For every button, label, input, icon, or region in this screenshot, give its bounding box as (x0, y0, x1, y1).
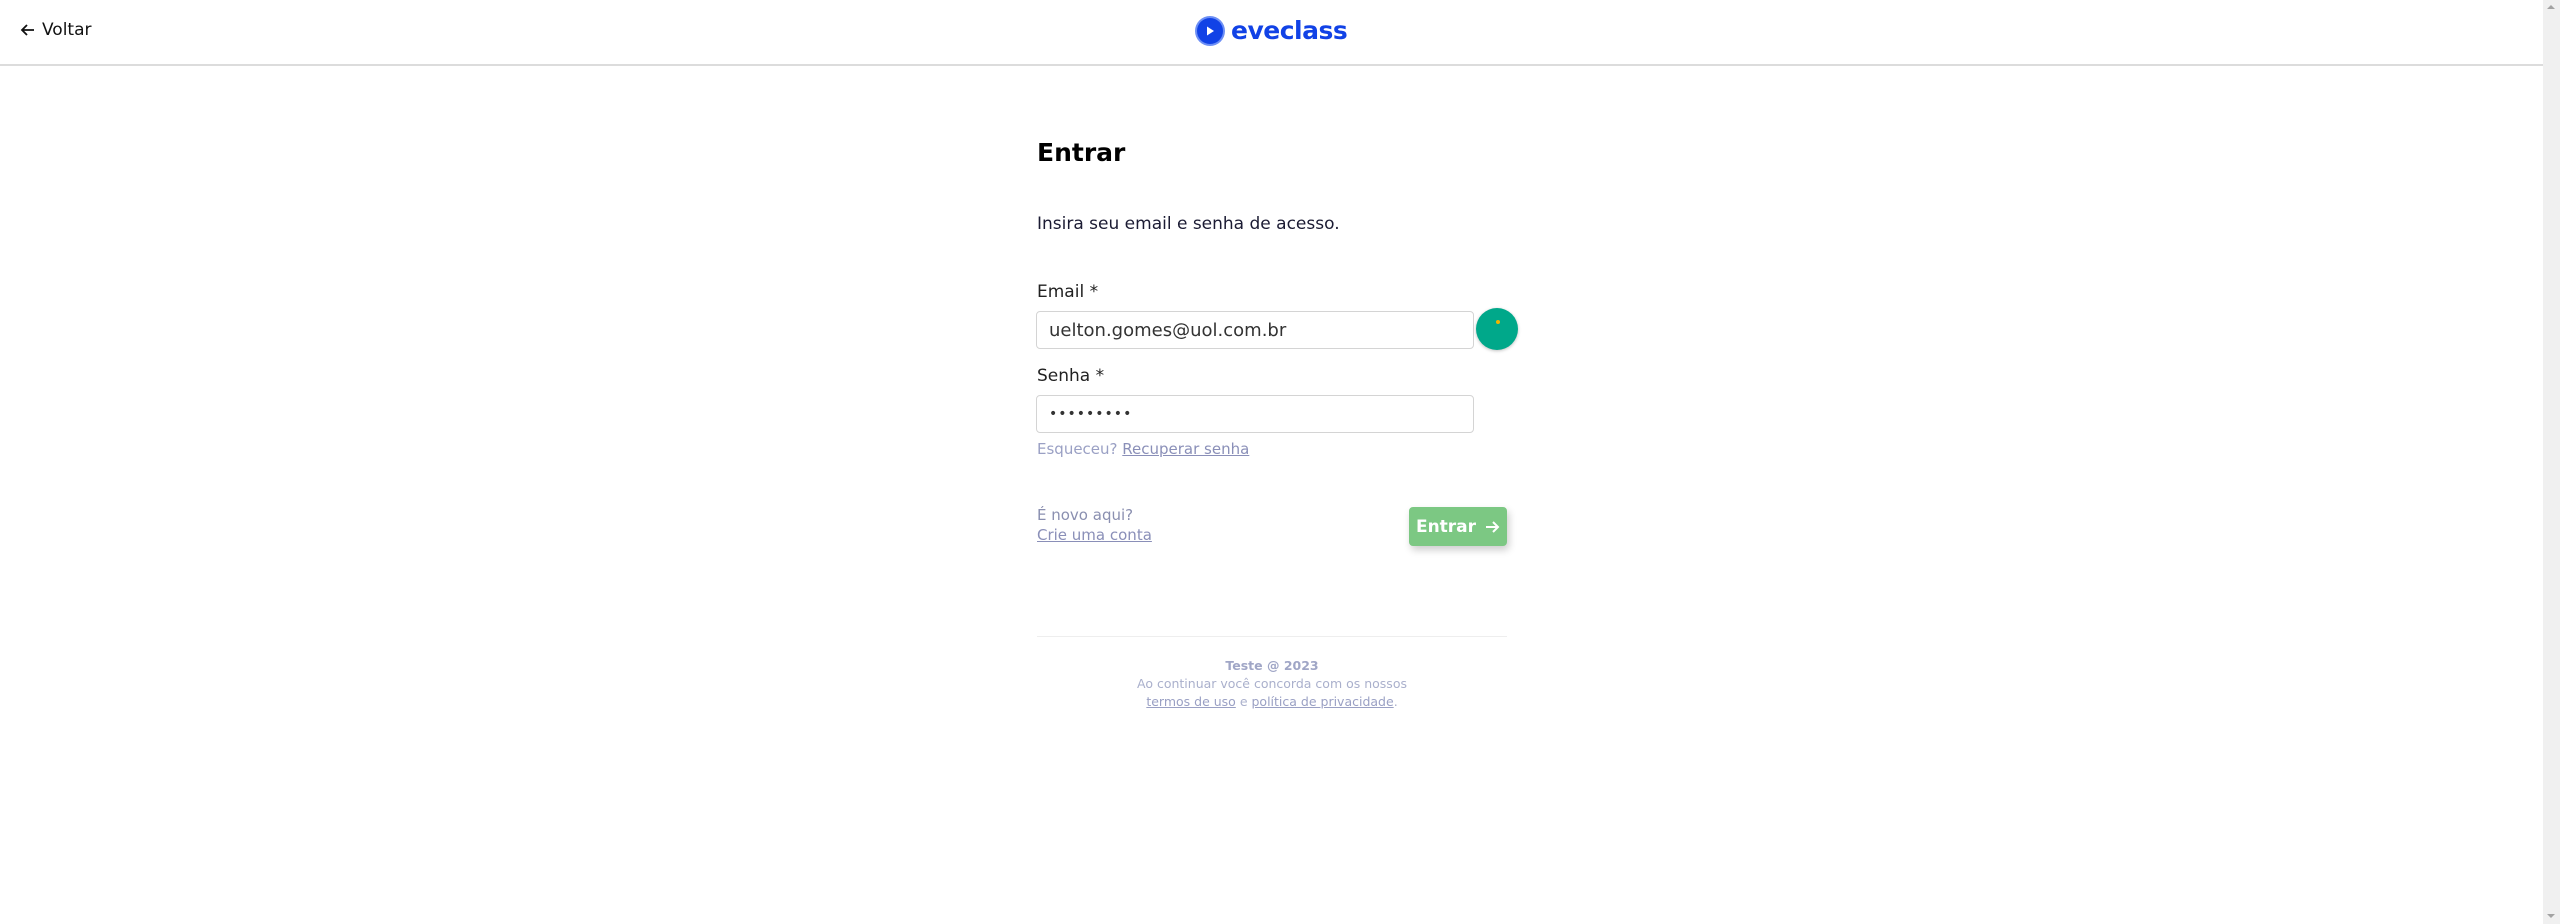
scroll-down-icon[interactable] (2547, 914, 2555, 918)
new-here-text: É novo aqui? (1037, 506, 1134, 524)
email-label: Email * (1037, 282, 1099, 302)
page-subtitle: Insira seu email e senha de acesso. (1037, 214, 1340, 234)
forgot-password: Esqueceu? Recuperar senha (1037, 440, 1249, 458)
privacy-link[interactable]: política de privacidade (1252, 694, 1394, 709)
footer-copyright: Teste @ 2023 (1225, 658, 1319, 673)
create-account-link[interactable]: Crie uma conta (1037, 525, 1152, 545)
footer-agree-text: Ao continuar você concorda com os nossos (1137, 676, 1407, 691)
scroll-up-icon[interactable] (2547, 5, 2555, 9)
email-input[interactable] (1036, 311, 1474, 349)
page-title: Entrar (1037, 138, 1126, 167)
logo-text: eveclass (1231, 16, 1348, 45)
play-icon (1197, 17, 1223, 44)
login-page: Voltar eveclass Entrar Insira seu email … (0, 0, 2543, 924)
arrow-left-icon (20, 24, 34, 36)
top-header: Voltar eveclass (0, 0, 2543, 66)
forgot-prefix: Esqueceu? (1037, 440, 1118, 458)
recover-password-link[interactable]: Recuperar senha (1122, 440, 1249, 458)
footer-period: . (1393, 694, 1398, 709)
back-label: Voltar (42, 20, 92, 40)
password-input[interactable] (1036, 395, 1474, 433)
footer-divider (1037, 636, 1507, 637)
submit-button[interactable]: Entrar (1409, 507, 1507, 546)
footer-links: termos de uso e política de privacidade. (1037, 694, 1507, 709)
footer-and: e (1239, 694, 1248, 709)
arrow-right-icon (1486, 520, 1500, 533)
back-button[interactable]: Voltar (20, 20, 92, 40)
password-label: Senha * (1037, 366, 1105, 386)
cursor-indicator (1476, 308, 1518, 350)
vertical-scrollbar[interactable] (2543, 0, 2560, 924)
logo[interactable]: eveclass (1197, 16, 1348, 45)
submit-label: Entrar (1415, 516, 1477, 537)
signup-prompt: É novo aqui? Crie uma conta (1037, 505, 1152, 545)
terms-link[interactable]: termos de uso (1146, 694, 1236, 709)
